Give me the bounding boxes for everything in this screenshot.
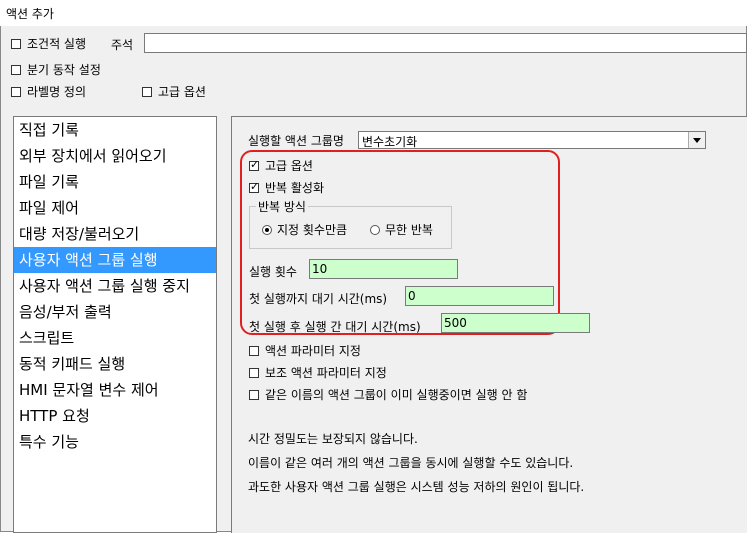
- list-item[interactable]: 스크립트: [14, 325, 216, 351]
- no-run-if-running-option[interactable]: 같은 이름의 액션 그룹이 이미 실행중이면 실행 안 함: [249, 386, 527, 403]
- label-define-option[interactable]: 라벨명 정의: [11, 83, 86, 100]
- between-delay-input[interactable]: 500: [441, 313, 590, 333]
- group-name-dropdown[interactable]: 변수초기화: [358, 131, 706, 149]
- list-item[interactable]: 사용자 액션 그룹 실행 중지: [14, 273, 216, 299]
- repeat-infinite-radio[interactable]: [370, 224, 380, 235]
- no-run-if-running-checkbox[interactable]: [249, 389, 259, 400]
- repeat-count-radio[interactable]: [262, 224, 272, 235]
- between-delay-label: 첫 실행 후 실행 간 대기 시간(ms): [249, 320, 421, 334]
- title-bar: 액션 추가: [0, 0, 747, 27]
- list-item[interactable]: 음성/부저 출력: [14, 299, 216, 325]
- repeat-infinite-label: 무한 반복: [385, 223, 433, 237]
- label-define-label: 라벨명 정의: [27, 85, 87, 99]
- action-param-option[interactable]: 액션 파라미터 지정: [249, 342, 361, 359]
- list-item[interactable]: 직접 기록: [14, 117, 216, 143]
- chevron-down-icon[interactable]: [688, 132, 705, 148]
- repeat-count-label: 지정 횟수만큼: [277, 223, 348, 237]
- first-delay-label: 첫 실행까지 대기 시간(ms): [249, 292, 388, 306]
- repeat-count-radio-option[interactable]: 지정 횟수만큼: [262, 221, 347, 238]
- list-item[interactable]: 파일 기록: [14, 169, 216, 195]
- exec-count-label: 실행 횟수: [249, 265, 297, 279]
- repeat-infinite-radio-option[interactable]: 무한 반복: [370, 221, 433, 238]
- advanced-option-checkbox[interactable]: [249, 158, 259, 171]
- branch-settings-label: 분기 동작 설정: [27, 63, 101, 77]
- list-item[interactable]: 특수 기능: [14, 429, 216, 455]
- window-title: 액션 추가: [6, 7, 54, 21]
- repeat-mode-title: 반복 방식: [256, 198, 308, 215]
- action-type-list[interactable]: 직접 기록 외부 장치에서 읽어오기 파일 기록 파일 제어 대량 저장/불러오…: [13, 116, 217, 533]
- label-define-checkbox[interactable]: [11, 86, 21, 97]
- note-text: 시간 정밀도는 보장되지 않습니다.: [248, 432, 418, 446]
- top-advanced-checkbox[interactable]: [142, 86, 152, 97]
- aux-action-param-checkbox[interactable]: [249, 367, 259, 378]
- advanced-option-label: 고급 옵션: [265, 159, 313, 173]
- action-param-label: 액션 파라미터 지정: [265, 344, 361, 358]
- list-item[interactable]: 대량 저장/불러오기: [14, 221, 216, 247]
- conditional-exec-checkbox[interactable]: [11, 38, 21, 49]
- exec-count-input[interactable]: 10: [309, 259, 458, 279]
- top-advanced-option[interactable]: 고급 옵션: [142, 83, 206, 100]
- list-item[interactable]: 파일 제어: [14, 195, 216, 221]
- advanced-option[interactable]: 고급 옵션: [249, 157, 313, 174]
- group-name-label: 실행할 액션 그룹명: [248, 134, 344, 148]
- list-item[interactable]: HMI 문자열 변수 제어: [14, 377, 216, 403]
- list-item-selected[interactable]: 사용자 액션 그룹 실행: [14, 247, 216, 273]
- conditional-exec-label: 조건적 실행: [27, 37, 87, 51]
- branch-settings-option[interactable]: 분기 동작 설정: [11, 61, 101, 78]
- list-item[interactable]: 동적 키패드 실행: [14, 351, 216, 377]
- note-text: 과도한 사용자 액션 그룹 실행은 시스템 성능 저하의 원인이 됩니다.: [248, 480, 585, 494]
- list-item[interactable]: HTTP 요청: [14, 403, 216, 429]
- action-param-checkbox[interactable]: [249, 345, 259, 356]
- repeat-enable-option[interactable]: 반복 활성화: [249, 179, 324, 196]
- comment-label: 주석: [111, 38, 134, 52]
- top-advanced-label: 고급 옵션: [158, 85, 206, 99]
- aux-action-param-label: 보조 액션 파라미터 지정: [265, 366, 387, 380]
- repeat-enable-label: 반복 활성화: [265, 181, 325, 195]
- branch-settings-checkbox[interactable]: [11, 64, 21, 75]
- group-name-value: 변수초기화: [362, 135, 418, 149]
- note-text: 이름이 같은 여러 개의 액션 그룹을 동시에 실행할 수도 있습니다.: [248, 456, 574, 470]
- conditional-exec-option[interactable]: 조건적 실행: [11, 35, 86, 52]
- comment-input[interactable]: [144, 33, 747, 53]
- list-item[interactable]: 외부 장치에서 읽어오기: [14, 143, 216, 169]
- repeat-enable-checkbox[interactable]: [249, 180, 259, 193]
- aux-action-param-option[interactable]: 보조 액션 파라미터 지정: [249, 364, 387, 381]
- first-delay-input[interactable]: 0: [405, 286, 554, 306]
- no-run-if-running-label: 같은 이름의 액션 그룹이 이미 실행중이면 실행 안 함: [265, 388, 528, 402]
